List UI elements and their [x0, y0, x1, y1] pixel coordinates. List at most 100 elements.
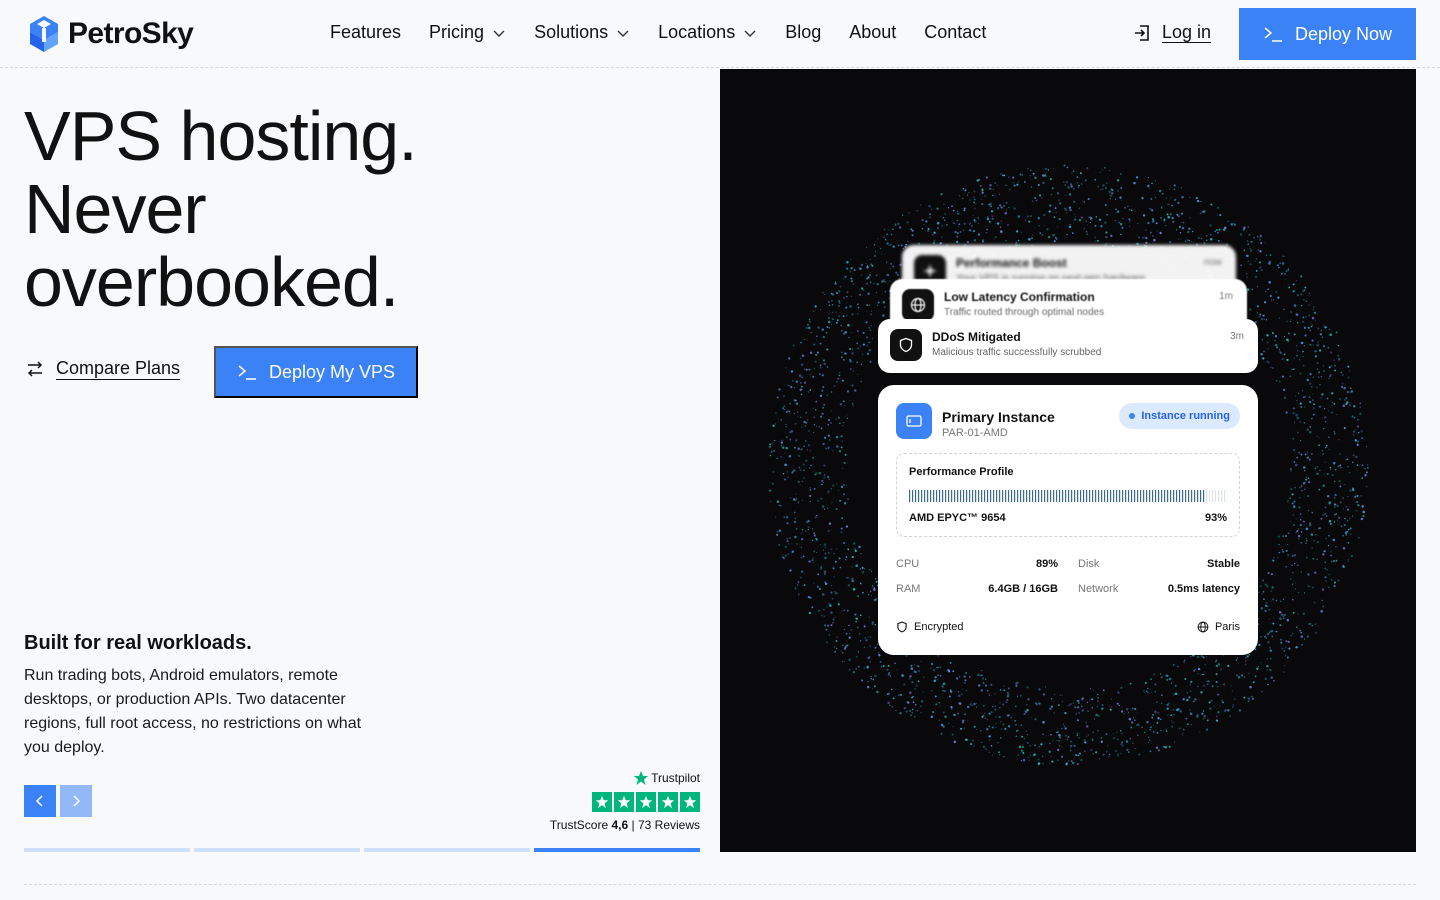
trustpilot-widget[interactable]: Trustpilot TrustScore 4,6 | 73 Reviews	[540, 770, 700, 832]
instance-stats: CPU 89% Disk Stable RAM 6.4GB / 16GB Net…	[896, 551, 1240, 601]
login-icon	[1135, 24, 1149, 41]
rating-star-icon	[636, 792, 656, 812]
notification-time: 1m	[1219, 291, 1233, 302]
performance-label: Performance Profile	[909, 466, 1014, 478]
nav-label: Solutions	[534, 22, 609, 42]
chevron-right-icon	[73, 795, 81, 807]
feature-title: Built for real workloads.	[24, 632, 252, 654]
trustscore-label: TrustScore	[549, 818, 609, 832]
rating-star-icon	[592, 792, 612, 812]
notification-title: DDoS Mitigated	[932, 330, 1021, 344]
nav-label: Pricing	[429, 22, 485, 42]
chevron-left-icon	[35, 795, 43, 807]
notification-title: Low Latency Confirmation	[944, 290, 1095, 304]
hero-visual-panel: Performance Boost Your VPS is running on…	[720, 69, 1416, 852]
nav-label: About	[849, 22, 897, 42]
stat-value: 6.4GB / 16GB	[988, 582, 1058, 595]
nav-item-contact[interactable]: Contact	[924, 22, 986, 43]
slide-progress-3[interactable]	[364, 848, 530, 852]
login-link[interactable]: Log in	[1132, 22, 1211, 43]
slide-progress-2[interactable]	[194, 848, 360, 852]
terminal-icon	[238, 365, 256, 380]
deploy-my-vps-button[interactable]: Deploy My VPS	[214, 346, 418, 398]
stat-row: RAM 6.4GB / 16GB Network 0.5ms latency	[896, 576, 1240, 601]
encrypted-indicator: Encrypted	[896, 621, 964, 633]
compare-plans-label: Compare Plans	[56, 358, 181, 378]
stat-key: Disk	[1078, 557, 1100, 570]
nav-label: Blog	[785, 22, 822, 42]
notification-subtitle: Malicious traffic successfully scrubbed	[932, 347, 1102, 358]
encrypted-label: Encrypted	[914, 621, 964, 633]
site-header: PetroSky Features Pricing Solutions Loca…	[0, 0, 1440, 68]
nav-item-about[interactable]: About	[849, 22, 896, 43]
hero-title-line: VPS hosting.	[24, 97, 418, 175]
brand-name: PetroSky	[68, 17, 194, 50]
nav-label: Features	[330, 22, 402, 42]
compare-plans-link[interactable]: Compare Plans	[24, 358, 180, 379]
nav-item-pricing[interactable]: Pricing	[429, 22, 506, 43]
stat-value: 0.5ms latency	[1167, 582, 1240, 595]
instance-card: Primary Instance PAR-01-AMD Instance run…	[878, 385, 1258, 655]
instance-title: Primary Instance	[942, 409, 1055, 425]
feature-description: Run trading bots, Android emulators, rem…	[24, 667, 362, 756]
chevron-down-icon	[493, 30, 505, 37]
nav-item-locations[interactable]: Locations	[658, 22, 757, 43]
nav-item-features[interactable]: Features	[330, 22, 401, 43]
slide-progress-1[interactable]	[24, 848, 190, 852]
performance-percent: 93%	[1204, 512, 1227, 524]
carousel-prev-button[interactable]	[24, 785, 56, 817]
chevron-down-icon	[744, 30, 756, 37]
stat-key: Network	[1078, 582, 1119, 595]
stat-value: Stable	[1206, 557, 1240, 570]
server-icon	[896, 403, 932, 439]
rating-star-icon	[614, 792, 634, 812]
login-label: Log in	[1162, 22, 1212, 42]
review-count: 73 Reviews	[637, 818, 700, 832]
shield-icon	[890, 329, 922, 361]
rating-star-icon	[680, 792, 700, 812]
performance-bar	[909, 490, 1226, 502]
deploy-my-vps-label: Deploy My VPS	[268, 361, 396, 382]
instance-id: PAR-01-AMD	[942, 427, 1008, 439]
nav-label: Locations	[658, 22, 736, 42]
terminal-icon	[1264, 27, 1282, 42]
stat-key: CPU	[896, 557, 920, 570]
trustpilot-label: Trustpilot	[651, 771, 700, 785]
notification-time: 3m	[1230, 331, 1244, 342]
status-label: Instance running	[1141, 410, 1230, 422]
globe-icon	[902, 289, 934, 321]
chevron-down-icon	[617, 30, 629, 37]
nav-item-blog[interactable]: Blog	[785, 22, 821, 43]
trustpilot-header: Trustpilot	[540, 770, 700, 786]
petrosky-logo-icon	[30, 16, 58, 52]
performance-profile: Performance Profile AMD EPYC™ 9654 93%	[896, 453, 1240, 537]
logo[interactable]: PetroSky	[24, 14, 194, 54]
cpu-model: AMD EPYC™ 9654	[909, 512, 1006, 524]
section-divider	[24, 884, 1416, 885]
shield-icon	[897, 621, 907, 633]
hero-title: VPS hosting. Never overbooked.	[24, 100, 644, 319]
hero-title-line: Never	[24, 170, 207, 248]
globe-icon	[1197, 621, 1209, 633]
nav-label: Contact	[924, 22, 987, 42]
notification-ddos-mitigated: DDoS Mitigated Malicious traffic success…	[878, 319, 1258, 373]
deploy-now-button[interactable]: Deploy Now	[1239, 8, 1416, 60]
notification-title: Performance Boost	[956, 256, 1067, 270]
deploy-now-label: Deploy Now	[1294, 23, 1393, 44]
carousel-next-button[interactable]	[60, 785, 92, 817]
slide-progress-4[interactable]	[534, 848, 700, 852]
compare-arrows-icon	[27, 360, 43, 377]
trustpilot-stars	[540, 792, 700, 812]
notification-subtitle: Traffic routed through optimal nodes	[944, 307, 1105, 318]
main-nav: Features Pricing Solutions Locations Blo…	[330, 22, 986, 43]
location-label: Paris	[1214, 621, 1240, 633]
stat-key: RAM	[896, 582, 921, 595]
trustpilot-star-icon	[634, 771, 649, 785]
nav-item-solutions[interactable]: Solutions	[534, 22, 630, 43]
stat-row: CPU 89% Disk Stable	[896, 551, 1240, 576]
rating-star-icon	[658, 792, 678, 812]
hero-title-line: overbooked.	[24, 243, 399, 321]
location-indicator: Paris	[1197, 621, 1240, 633]
notification-time: now	[1203, 257, 1222, 268]
stat-value: 89%	[1035, 557, 1058, 570]
